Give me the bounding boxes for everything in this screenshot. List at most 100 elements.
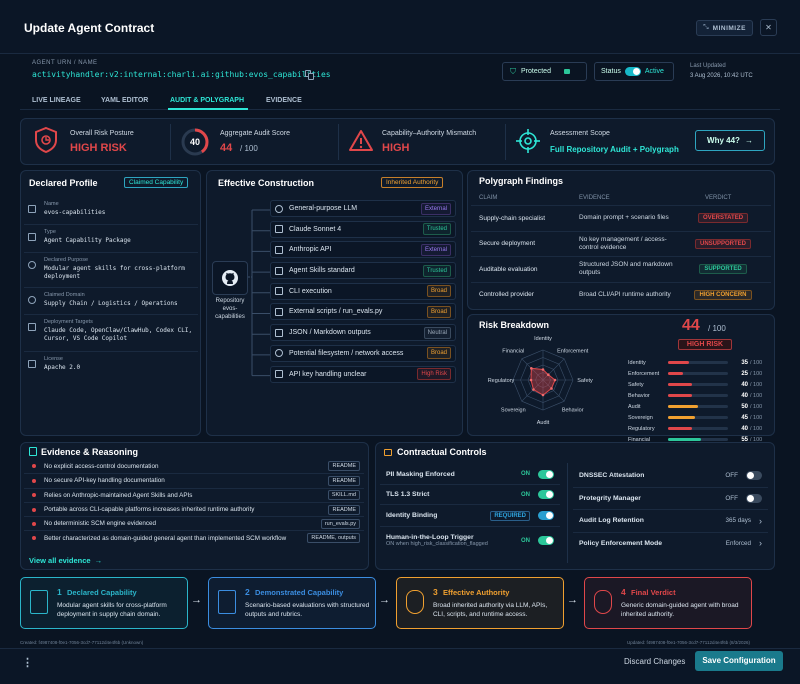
control-toggle[interactable] [538, 490, 554, 499]
flow-arrow-icon: → [379, 594, 390, 606]
polygraph-evidence: Structured JSON and markdown outputs [579, 261, 673, 277]
radar-point [541, 368, 545, 371]
construction-item[interactable]: CLI execution Broad [270, 282, 456, 300]
flow-step-title: Effective Authority [443, 588, 510, 597]
control-row[interactable]: Audit Log Retention 365 days › [573, 509, 768, 532]
risk-bar-value: 35 [741, 359, 748, 366]
construction-item[interactable]: Potential filesystem / network access Bro… [270, 344, 456, 362]
radar-point [529, 378, 533, 382]
tab-yaml-editor[interactable]: YAML EDITOR [101, 97, 148, 104]
flow-step-text: Broad inherited authority via LLM, APIs,… [433, 602, 548, 618]
radar-axis-label: Identity [534, 336, 552, 342]
evidence-item[interactable]: Portable across CLI-capable platforms in… [24, 501, 364, 516]
window-title: Update Agent Contract [24, 21, 155, 35]
control-state: REQUIRED [490, 510, 530, 521]
risk-bar-max: / 100 [750, 370, 763, 377]
construction-item[interactable]: Anthropic API External [270, 241, 456, 259]
evidence-bullet [32, 521, 36, 526]
evidence-source-tag: README [328, 475, 360, 486]
evidence-bullet [32, 464, 36, 469]
radar-point [530, 367, 533, 370]
polygraph-row: Auditable evaluation Structured JSON and … [471, 256, 771, 282]
polygraph-claim: Secure deployment [479, 240, 536, 248]
urn-value[interactable]: activityhandler:v2:internal:charli.ai:gi… [32, 70, 331, 79]
tab-evidence[interactable]: EVIDENCE [266, 97, 302, 104]
more-menu-icon[interactable]: ⋮ [22, 656, 33, 669]
status-toggle[interactable] [624, 67, 641, 76]
evidence-item[interactable]: Relies on Anthropic-maintained Agent Ski… [24, 487, 364, 502]
risk-score-max: / 100 [708, 324, 726, 333]
controls-left: PII Masking Enforced ON TLS 1.3 Strict ON Id… [380, 464, 560, 554]
close-button[interactable]: ✕ [760, 19, 777, 36]
declared-field: Name evos-capabilities [24, 197, 198, 224]
declared-field-label: Type [44, 229, 56, 235]
construction-item-tag: Neutral [423, 326, 451, 339]
protected-badge: ⛉ Protected [502, 62, 587, 81]
control-toggle[interactable] [538, 536, 554, 545]
construction-item[interactable]: Claude Sonnet 4 Trusted [270, 220, 456, 238]
ai-icon [275, 245, 283, 254]
why-score-button[interactable]: Why 44? → [695, 130, 765, 151]
control-toggle[interactable] [538, 469, 554, 479]
construction-item[interactable]: Agent Skills standard Trusted [270, 262, 456, 280]
polygraph-verdict-badge: OVERSTATED [697, 213, 749, 224]
view-all-evidence-link[interactable]: View all evidence → [29, 556, 102, 565]
radar-axis-label: Enforcement [557, 348, 589, 354]
flow-step-text: Generic domain-guided agent with broad i… [621, 602, 739, 618]
construction-item[interactable]: JSON / Markdown outputs Neutral [270, 324, 456, 342]
construction-item-tag: External [420, 243, 451, 256]
control-toggle[interactable] [538, 511, 554, 520]
construction-item-tag: High Risk [417, 368, 451, 380]
risk-bar-max: / 100 [750, 414, 763, 421]
evidence-item[interactable]: No deterministic SCM engine evidenced run… [24, 516, 364, 530]
control-row[interactable]: Policy Enforcement Mode Enforced › [573, 531, 768, 555]
construction-item[interactable]: External scripts / run_evals.py Broad [270, 303, 456, 321]
save-configuration-button[interactable]: Save Configuration [695, 651, 783, 671]
control-state: Enforced [725, 539, 751, 547]
risk-bar-track [668, 372, 728, 375]
inherited-authority-badge: Inherited Authority [381, 177, 444, 188]
control-row[interactable]: DNSSEC Attestation OFF [573, 464, 768, 487]
control-state: 365 days [725, 517, 751, 525]
flow-step-text: Modular agent skills for cross-platform … [57, 602, 167, 618]
risk-bar-row: Enforcement 25/ 100 [628, 368, 768, 379]
construction-item[interactable]: General-purpose LLM External [270, 200, 456, 217]
evidence-text: No deterministic SCM engine evidenced [44, 520, 157, 528]
risk-bar-label: Audit [628, 403, 641, 410]
evidence-item[interactable]: Better characterized as domain-guided ge… [24, 530, 364, 544]
risk-bar-row: Behavior 40/ 100 [628, 390, 768, 401]
polygraph-evidence: Domain prompt + scenario files [579, 214, 669, 222]
flow-step-text: Scenario-based evaluations with structur… [245, 602, 370, 618]
tab-live-lineage[interactable]: LIVE LINEAGE [32, 97, 81, 104]
status-control[interactable]: Status Active [594, 62, 674, 81]
control-label: PII Masking Enforced [386, 470, 455, 478]
control-row[interactable]: Protegrity Manager OFF [573, 486, 768, 510]
tab-audit-polygraph[interactable]: AUDIT & POLYGRAPH [170, 97, 244, 104]
risk-bar-value: 45 [741, 414, 748, 421]
discard-changes-button[interactable]: Discard Changes [624, 657, 685, 666]
radar-axis-label: Behavior [562, 408, 584, 414]
control-toggle[interactable] [746, 493, 762, 503]
construction-item-label: API key handling unclear [289, 370, 367, 378]
risk-bar-value: 40 [741, 425, 748, 432]
control-toggle[interactable] [746, 470, 762, 480]
risk-bar-track [668, 427, 728, 430]
minimize-button[interactable]: ⤡ MINIMIZE [696, 20, 753, 36]
evidence-bullet [32, 536, 36, 541]
cube-icon [28, 233, 36, 241]
evidence-text: No explicit access-control documentation [44, 462, 159, 470]
evidence-item[interactable]: No secure API-key handling documentation… [24, 473, 364, 487]
arrow-right-icon: → [94, 556, 103, 565]
declared-field: Deployment Targets Claude Code, OpenClaw/… [24, 314, 198, 351]
copy-icon[interactable] [305, 70, 314, 80]
construction-item[interactable]: API key handling unclear High Risk [270, 365, 456, 383]
audit-score-max: / 100 [240, 144, 258, 153]
declared-field: Type Agent Capability Package [24, 224, 198, 252]
lock-icon [384, 449, 392, 456]
controls-title: Contractual Controls [397, 447, 487, 457]
flow-step-number: 2 [245, 587, 250, 597]
scope-value: Full Repository Audit + Polygraph [550, 145, 679, 154]
evidence-item[interactable]: No explicit access-control documentation… [24, 459, 364, 473]
risk-bar-value: 40 [741, 381, 748, 388]
evidence-list-icon [29, 447, 37, 456]
